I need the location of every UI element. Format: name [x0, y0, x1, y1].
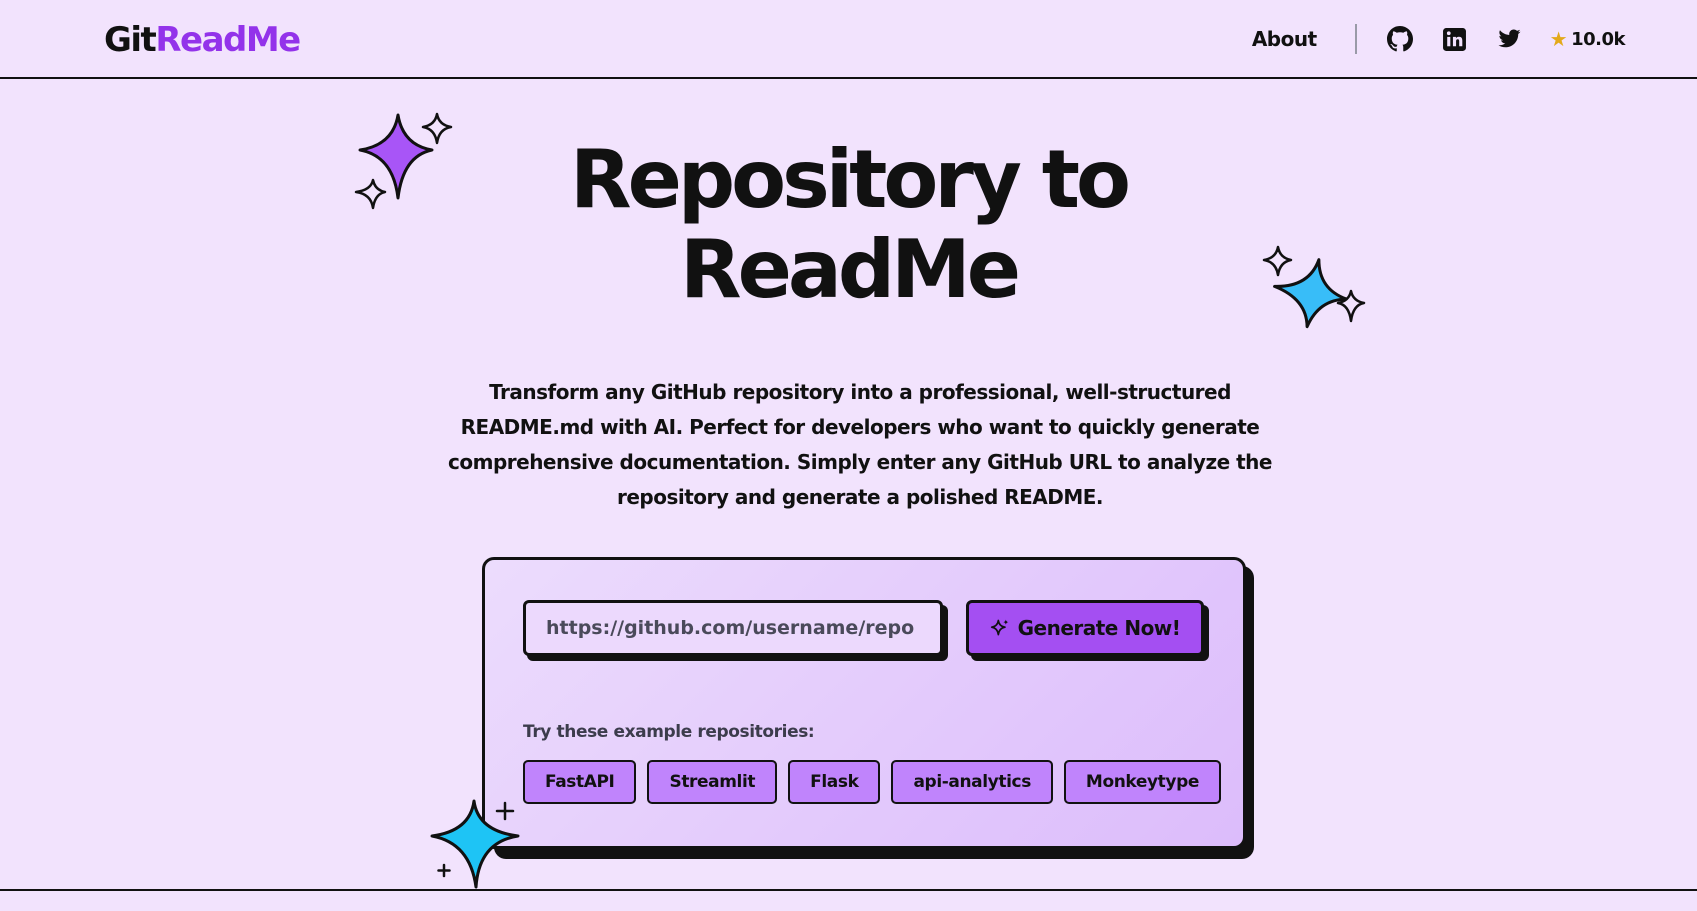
logo[interactable]: GitReadMe [104, 18, 301, 62]
about-link[interactable]: About [1252, 27, 1317, 51]
nav-divider [1354, 24, 1357, 54]
linkedin-icon[interactable] [1440, 24, 1470, 54]
example-repo-flask[interactable]: Flask [788, 760, 881, 804]
twitter-icon[interactable] [1495, 24, 1525, 54]
repo-url-input[interactable] [523, 600, 943, 656]
hero-description: Transform any GitHub repository into a p… [448, 380, 1272, 509]
example-repos: FastAPI Streamlit Flask api-analytics Mo… [523, 760, 1221, 804]
example-repo-streamlit[interactable]: Streamlit [647, 760, 778, 804]
readme-generator-card: Generate Now! Try these example reposito… [482, 557, 1246, 849]
sparkle-blue-bottom-icon [430, 799, 520, 889]
title-line-1: Repository to [570, 133, 1131, 226]
page-title: Repository to ReadMe [0, 135, 1697, 315]
logo-git: Git [104, 20, 157, 60]
github-stars[interactable]: ★ 10.0k [1549, 27, 1626, 51]
section-divider [0, 889, 1697, 891]
top-header: GitReadMe About ★ 10.0k [0, 0, 1697, 79]
example-repo-api-analytics[interactable]: api-analytics [891, 760, 1053, 804]
examples-label: Try these example repositories: [523, 722, 815, 742]
logo-readme: ReadMe [155, 20, 301, 60]
generate-button[interactable]: Generate Now! [966, 600, 1204, 656]
title-line-2: ReadMe [680, 223, 1021, 316]
example-repo-fastapi[interactable]: FastAPI [523, 760, 637, 804]
star-count: 10.0k [1571, 28, 1625, 50]
github-icon[interactable] [1385, 24, 1415, 54]
example-repo-monkeytype[interactable]: Monkeytype [1063, 760, 1221, 804]
star-icon: ★ [1549, 27, 1568, 51]
sparkles-icon [990, 618, 1010, 638]
top-nav: About ★ 10.0k [1252, 20, 1625, 58]
generate-label: Generate Now! [1017, 616, 1181, 640]
